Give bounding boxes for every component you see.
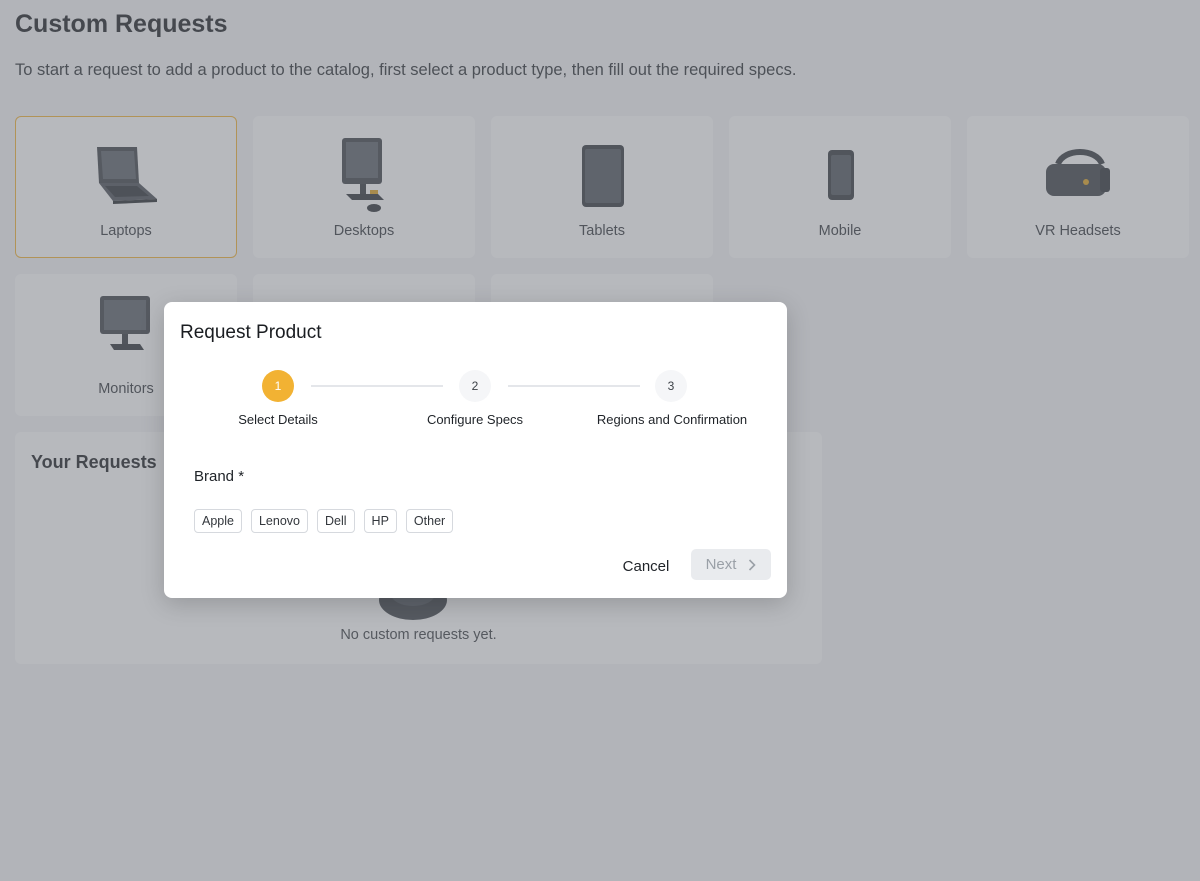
next-button[interactable]: Next bbox=[691, 549, 771, 580]
brand-option-lenovo[interactable]: Lenovo bbox=[250, 509, 308, 533]
cancel-button[interactable]: Cancel bbox=[616, 550, 676, 582]
step-label-configure-specs: Configure Specs bbox=[426, 412, 524, 427]
brand-field-label: Brand * bbox=[194, 468, 245, 485]
brand-option-apple[interactable]: Apple bbox=[194, 509, 242, 533]
modal-title: Request Product bbox=[180, 322, 322, 343]
brand-option-hp[interactable]: HP bbox=[363, 509, 397, 533]
step-indicator-1: 1 bbox=[262, 370, 294, 402]
brand-option-other[interactable]: Other bbox=[405, 509, 454, 533]
next-button-label: Next bbox=[705, 556, 737, 573]
chevron-right-icon bbox=[749, 558, 757, 571]
stepper-connector bbox=[508, 385, 640, 387]
step-indicator-2: 2 bbox=[459, 370, 491, 402]
brand-option-dell[interactable]: Dell bbox=[317, 509, 355, 533]
stepper-connector bbox=[311, 385, 443, 387]
step-label-regions-confirmation: Regions and Confirmation bbox=[596, 412, 748, 427]
step-label-select-details: Select Details bbox=[238, 412, 318, 427]
step-indicator-3: 3 bbox=[655, 370, 687, 402]
request-product-modal: Request Product 1 2 3 Select Details Con… bbox=[164, 302, 787, 598]
brand-options: Apple Lenovo Dell HP Other bbox=[194, 509, 454, 533]
